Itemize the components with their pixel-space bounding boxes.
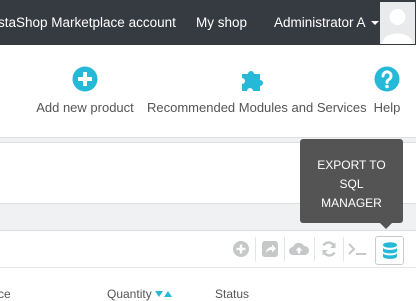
- page-toolbar: Add new product Recommended Modules and …: [0, 45, 416, 138]
- tooltip-line: MANAGER: [321, 196, 382, 210]
- import-action[interactable]: [287, 237, 311, 261]
- admin-menu[interactable]: Administrator A: [274, 0, 379, 45]
- toolbar-divider: [255, 237, 256, 261]
- my-shop-link[interactable]: My shop: [196, 0, 247, 45]
- puzzle-icon: [241, 71, 263, 91]
- add-new-product-label: Add new product: [36, 100, 134, 115]
- share-action[interactable]: [258, 237, 282, 261]
- recommended-modules-button[interactable]: Recommended Modules and Services: [147, 65, 367, 117]
- admin-name: Administrator A: [274, 15, 366, 30]
- column-header-price[interactable]: ce: [0, 287, 11, 301]
- share-icon: [262, 241, 278, 257]
- sort-desc-icon[interactable]: [154, 291, 163, 297]
- sql-query-action[interactable]: [346, 237, 370, 261]
- cloud-upload-icon: [289, 242, 310, 255]
- quantity-label: Quantity: [107, 287, 152, 301]
- refresh-action[interactable]: [317, 237, 341, 261]
- recommended-modules-label: Recommended Modules and Services: [147, 100, 367, 115]
- product-list-panel: ce Quantity Status: [0, 230, 416, 301]
- tooltip-line: EXPORT TO: [317, 158, 386, 172]
- sort-asc-icon[interactable]: [163, 291, 172, 297]
- tooltip-line: SQL: [339, 177, 364, 191]
- user-avatar[interactable]: [380, 2, 415, 44]
- help-label: Help: [373, 100, 401, 115]
- column-header-quantity[interactable]: Quantity: [107, 287, 172, 301]
- top-nav-bar: staShop Marketplace account My shop Admi…: [0, 0, 416, 45]
- add-circle-icon: [233, 241, 249, 257]
- toolbar-divider: [284, 237, 285, 261]
- toolbar-divider: [314, 237, 315, 261]
- tooltip-arrow: [380, 223, 392, 229]
- help-button[interactable]: Help: [372, 65, 402, 117]
- terminal-icon: [348, 243, 366, 255]
- column-header-status[interactable]: Status: [215, 287, 249, 301]
- add-product-action[interactable]: [229, 237, 253, 261]
- export-sql-tooltip: EXPORT TO SQL MANAGER: [300, 139, 403, 229]
- add-new-product-button[interactable]: Add new product: [36, 65, 134, 117]
- export-sql-manager-button[interactable]: [375, 236, 404, 265]
- toolbar-divider: [343, 237, 344, 261]
- question-circle-icon: [374, 66, 400, 92]
- plus-circle-icon: [72, 66, 98, 92]
- database-icon: [382, 241, 397, 259]
- chevron-down-icon: [370, 21, 379, 25]
- panel-header: [0, 231, 416, 268]
- refresh-icon: [322, 241, 336, 257]
- marketplace-account-link[interactable]: staShop Marketplace account: [0, 0, 176, 45]
- user-avatar-icon: [380, 2, 415, 44]
